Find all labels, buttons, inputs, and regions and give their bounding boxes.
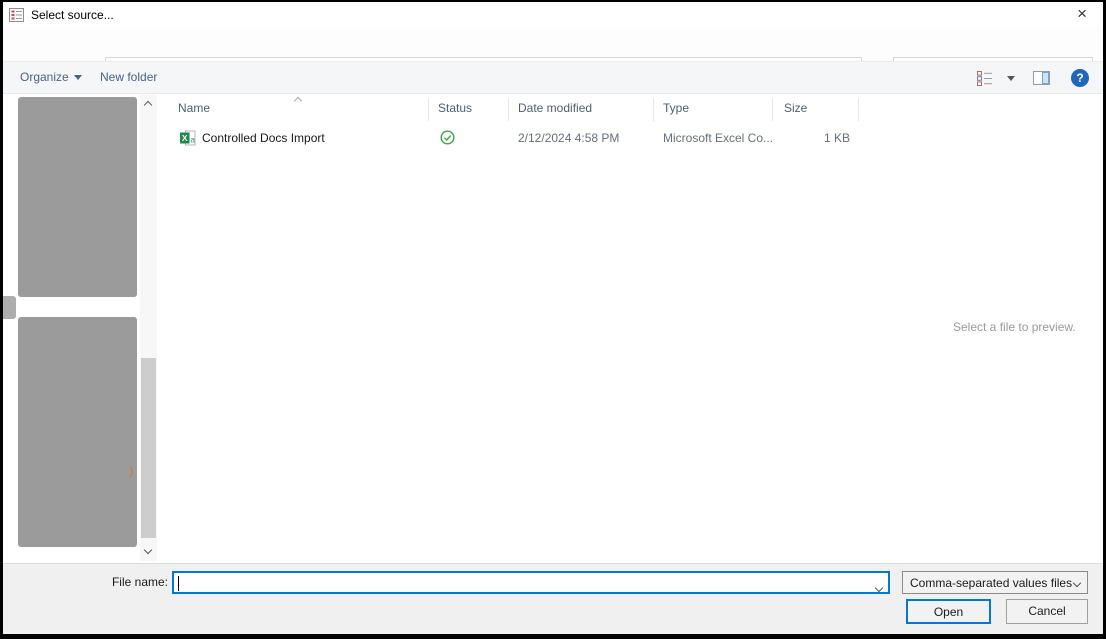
close-icon[interactable]: × [1071,3,1093,25]
file-date-modified: 2/12/2024 4:58 PM [518,131,620,145]
open-button[interactable]: Open [906,599,991,624]
scrollbar-thumb[interactable] [141,358,156,538]
file-type-selected-value: Comma-separated values files ( [910,575,1075,590]
file-name-label: File name: [111,575,168,589]
help-icon[interactable]: ? [1071,69,1089,87]
excel-csv-file-icon: a X [180,130,196,146]
organize-dropdown-icon [73,75,82,81]
scroll-down-icon[interactable] [143,545,153,555]
file-type-select[interactable]: Comma-separated values files ( [902,571,1088,594]
column-divider[interactable] [508,98,509,121]
file-name-combobox [172,571,890,594]
new-folder-button[interactable]: New folder [100,70,157,84]
navigation-bar: ← → ↑ LT0148 Documents CivilPro CP HelpC… [3,27,1103,83]
scroll-up-icon[interactable] [143,100,153,110]
column-divider[interactable] [653,98,654,121]
file-size: 1 KB [823,131,850,145]
svg-text:a: a [191,136,196,145]
column-header-type[interactable]: Type [663,101,689,115]
organize-button[interactable]: Organize [20,70,82,84]
file-name-input[interactable] [178,573,866,592]
redacted-block [18,317,137,547]
column-divider[interactable] [858,98,859,121]
file-row[interactable]: a X Controlled Docs Import 2/12/2024 4:5… [166,126,863,152]
column-header-status[interactable]: Status [438,101,472,115]
change-view-icon[interactable] [977,71,995,86]
titlebar: Select source... × [3,2,1103,27]
redacted-block [18,97,137,297]
column-header-size[interactable]: Size [784,101,807,115]
organize-label: Organize [20,70,69,84]
csv-file-icon [9,7,24,22]
sidebar-text-artifact: ) [129,463,134,478]
select-source-dialog: Select source... × ← → ↑ LT0148 Document… [0,0,1106,639]
command-bar: Organize New folder ? [3,61,1103,94]
window-title: Select source... [31,7,114,22]
svg-text:X: X [182,133,188,143]
sidebar-scrollbar[interactable] [140,95,157,561]
preview-pane-icon[interactable] [1033,71,1050,85]
column-divider[interactable] [428,98,429,121]
sort-ascending-icon [293,96,303,106]
file-name: Controlled Docs Import [202,131,325,145]
file-name-dropdown-chevron-icon[interactable] [874,583,884,593]
sync-status-check-icon [440,130,455,145]
redacted-block [3,296,16,319]
column-header-name[interactable]: Name [178,101,210,115]
column-divider[interactable] [772,98,773,121]
cancel-button[interactable]: Cancel [1006,599,1088,624]
footer: File name: Comma-separated values files … [3,563,1103,634]
view-dropdown-chevron-icon[interactable] [1007,76,1015,81]
preview-message: Select a file to preview. [953,320,1076,334]
column-header-date-modified[interactable]: Date modified [518,101,592,115]
file-type: Microsoft Excel Co... [663,131,774,145]
